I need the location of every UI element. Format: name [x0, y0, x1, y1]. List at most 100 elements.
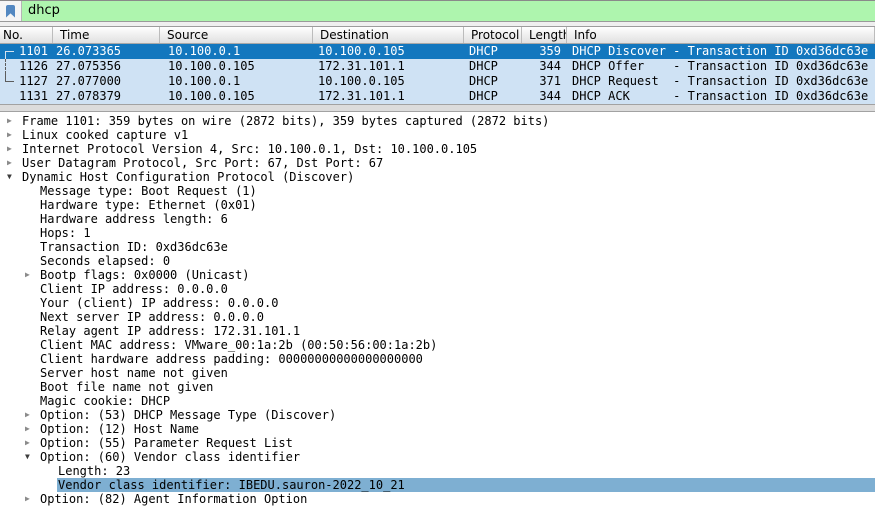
packet-cell-source: 10.100.0.1: [160, 44, 313, 59]
packet-cell-no: 1126: [0, 59, 53, 74]
detail-row-text: Relay agent IP address: 172.31.101.1: [40, 324, 300, 338]
detail-tree-row[interactable]: ▶Internet Protocol Version 4, Src: 10.10…: [0, 142, 875, 156]
detail-row-text: Vendor class identifier: IBEDU.sauron-20…: [58, 478, 405, 492]
pane-splitter[interactable]: [0, 104, 875, 112]
packet-cell-length: 359: [522, 44, 567, 59]
detail-row-text: Seconds elapsed: 0: [40, 254, 170, 268]
detail-row-text: Dynamic Host Configuration Protocol (Dis…: [22, 170, 354, 184]
detail-row-text: Frame 1101: 359 bytes on wire (2872 bits…: [22, 114, 549, 128]
detail-tree-row[interactable]: Server host name not given: [0, 366, 875, 380]
packet-list-header: No.TimeSourceDestinationProtocolLengthIn…: [0, 27, 875, 44]
expand-arrow-icon[interactable]: ▶: [7, 156, 12, 170]
detail-tree-row[interactable]: ▶ Bootp flags: 0x0000 (Unicast): [0, 268, 875, 282]
packet-row[interactable]: 113127.07837910.100.0.105172.31.101.1DHC…: [0, 89, 875, 104]
column-header-no[interactable]: No.: [0, 27, 53, 43]
detail-tree-row[interactable]: ▶ Option: (12) Host Name: [0, 422, 875, 436]
detail-tree-row[interactable]: ▶ Option: (53) DHCP Message Type (Discove…: [0, 408, 875, 422]
expand-arrow-icon[interactable]: ▶: [7, 142, 12, 156]
packet-cell-no: 1101: [0, 44, 53, 59]
detail-tree-row[interactable]: ▼ Dynamic Host Configuration Protocol (Di…: [0, 170, 875, 184]
column-header-destination[interactable]: Destination: [313, 27, 464, 43]
detail-tree-row[interactable]: Hardware address length: 6: [0, 212, 875, 226]
expand-arrow-icon[interactable]: ▶: [25, 422, 30, 436]
packet-cell-length: 344: [522, 89, 567, 104]
detail-row-text: User Datagram Protocol, Src Port: 67, Ds…: [22, 156, 383, 170]
column-header-source[interactable]: Source: [160, 27, 313, 43]
expand-arrow-icon[interactable]: ▶: [7, 128, 12, 142]
detail-tree-row[interactable]: ▶ Frame 1101: 359 bytes on wire (2872 bit…: [0, 114, 875, 128]
column-header-protocol[interactable]: Protocol: [464, 27, 522, 43]
detail-row-text: Client IP address: 0.0.0.0: [40, 282, 228, 296]
detail-row-text: Option: (53) DHCP Message Type (Discover…: [40, 408, 336, 422]
detail-tree-row[interactable]: Relay agent IP address: 172.31.101.1: [0, 324, 875, 338]
packet-cell-destination: 172.31.101.1: [313, 59, 464, 74]
detail-row-text: Next server IP address: 0.0.0.0: [40, 310, 264, 324]
detail-row-text: Client MAC address: VMware_00:1a:2b (00:…: [40, 338, 437, 352]
column-header-info[interactable]: Info: [567, 27, 875, 43]
packet-cell-time: 26.073365: [53, 44, 160, 59]
packet-row[interactable]: 112727.07700010.100.0.110.100.0.105DHCP3…: [0, 74, 875, 89]
packet-row[interactable]: 110126.07336510.100.0.110.100.0.105DHCP3…: [0, 44, 875, 59]
detail-tree-row[interactable]: Hops: 1: [0, 226, 875, 240]
detail-tree-row[interactable]: ▶ Option: (55) Parameter Request List: [0, 436, 875, 450]
wireshark-window: No.TimeSourceDestinationProtocolLengthIn…: [0, 0, 875, 511]
detail-row-text: Bootp flags: 0x0000 (Unicast): [40, 268, 250, 282]
bookmark-icon: [6, 5, 15, 18]
packet-cell-length: 371: [522, 74, 567, 89]
expand-arrow-icon[interactable]: ▶: [25, 436, 30, 450]
packet-cell-destination: 10.100.0.105: [313, 44, 464, 59]
detail-tree-row[interactable]: ▶Option: (82) Agent Information Option: [0, 492, 875, 506]
expand-arrow-icon[interactable]: ▶: [25, 492, 30, 506]
detail-row-text: Option: (60) Vendor class identifier: [40, 450, 300, 464]
detail-row-text: Magic cookie: DHCP: [40, 394, 170, 408]
packet-cell-protocol: DHCP: [464, 59, 522, 74]
packet-cell-source: 10.100.0.105: [160, 59, 313, 74]
packet-cell-source: 10.100.0.1: [160, 74, 313, 89]
detail-tree-row[interactable]: Magic cookie: DHCP: [0, 394, 875, 408]
column-header-length[interactable]: Length: [522, 27, 567, 43]
packet-cell-info: DHCP ACK - Transaction ID 0xd36dc63e: [567, 89, 875, 104]
packet-cell-source: 10.100.0.105: [160, 89, 313, 104]
packet-cell-info: DHCP Offer - Transaction ID 0xd36dc63e: [567, 59, 875, 74]
detail-tree-row[interactable]: ▶Linux cooked capture v1: [0, 128, 875, 142]
filter-bookmark-button[interactable]: [0, 1, 22, 21]
packet-cell-time: 27.075356: [53, 59, 160, 74]
detail-tree-row[interactable]: Seconds elapsed: 0: [0, 254, 875, 268]
detail-row-text: Your (client) IP address: 0.0.0.0: [40, 296, 278, 310]
packet-row[interactable]: 112627.07535610.100.0.105172.31.101.1DHC…: [0, 59, 875, 74]
detail-tree-row[interactable]: Boot file name not given: [0, 380, 875, 394]
packet-cell-time: 27.077000: [53, 74, 160, 89]
detail-row-text: Message type: Boot Request (1): [40, 184, 257, 198]
detail-row-text: Hardware address length: 6: [40, 212, 228, 226]
detail-tree-row[interactable]: Next server IP address: 0.0.0.0: [0, 310, 875, 324]
detail-row-text: Transaction ID: 0xd36dc63e: [40, 240, 228, 254]
expand-arrow-icon[interactable]: ▶: [25, 408, 30, 422]
collapse-arrow-icon[interactable]: ▼: [7, 170, 12, 184]
detail-tree-row[interactable]: Vendor class identifier: IBEDU.sauron-20…: [0, 478, 875, 492]
detail-tree-row[interactable]: Length: 23: [0, 464, 875, 478]
detail-tree-row[interactable]: ▼ Option: (60) Vendor class identifier: [0, 450, 875, 464]
packet-cell-info: DHCP Discover - Transaction ID 0xd36dc63…: [567, 44, 875, 59]
display-filter-input[interactable]: [22, 1, 875, 21]
packet-cell-length: 344: [522, 59, 567, 74]
detail-tree-row[interactable]: Client IP address: 0.0.0.0: [0, 282, 875, 296]
detail-tree-row[interactable]: Your (client) IP address: 0.0.0.0: [0, 296, 875, 310]
packet-cell-protocol: DHCP: [464, 89, 522, 104]
detail-tree-row[interactable]: Transaction ID: 0xd36dc63e: [0, 240, 875, 254]
packet-cell-destination: 10.100.0.105: [313, 74, 464, 89]
detail-tree-row[interactable]: Message type: Boot Request (1): [0, 184, 875, 198]
detail-row-text: Option: (55) Parameter Request List: [40, 436, 293, 450]
detail-row-text: Boot file name not given: [40, 380, 213, 394]
expand-arrow-icon[interactable]: ▶: [7, 114, 12, 128]
packet-cell-no: 1131: [0, 89, 53, 104]
expand-arrow-icon[interactable]: ▶: [25, 268, 30, 282]
detail-tree-row[interactable]: Hardware type: Ethernet (0x01): [0, 198, 875, 212]
column-header-time[interactable]: Time: [53, 27, 160, 43]
detail-tree-row[interactable]: Client hardware address padding: 0000000…: [0, 352, 875, 366]
detail-tree-row[interactable]: Client MAC address: VMware_00:1a:2b (00:…: [0, 338, 875, 352]
detail-tree-row[interactable]: ▶ User Datagram Protocol, Src Port: 67, D…: [0, 156, 875, 170]
detail-row-text: Hardware type: Ethernet (0x01): [40, 198, 257, 212]
collapse-arrow-icon[interactable]: ▼: [25, 450, 30, 464]
detail-row-text: Option: (12) Host Name: [40, 422, 199, 436]
detail-row-text: Server host name not given: [40, 366, 228, 380]
